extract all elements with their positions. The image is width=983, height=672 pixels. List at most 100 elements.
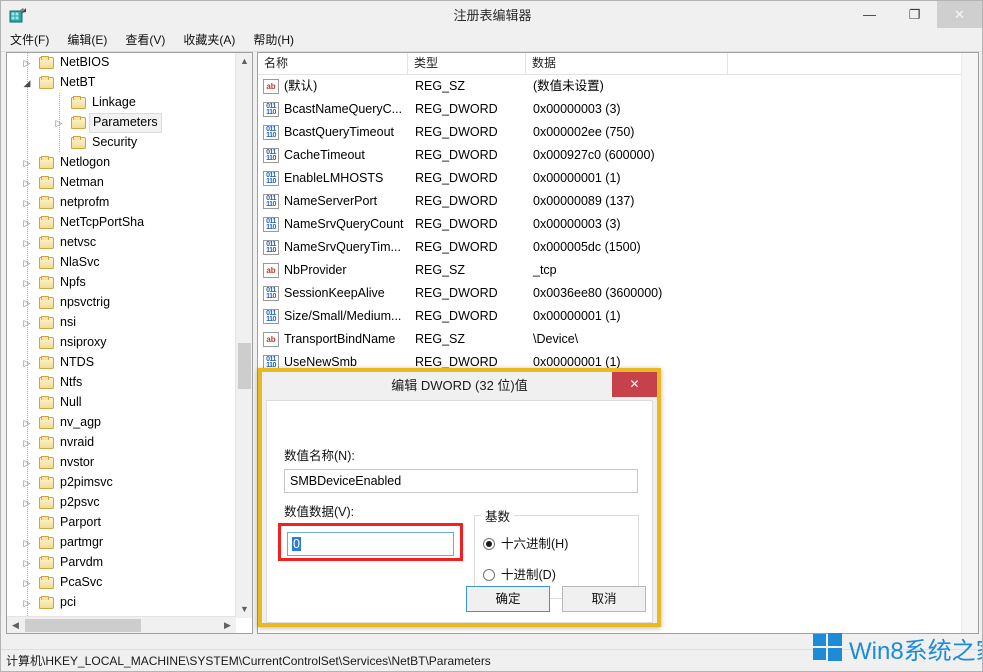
dialog-close-button[interactable]: ✕ <box>612 372 657 397</box>
table-row[interactable]: 011 110 CacheTimeout REG_DWORD 0x000927c0 (6… <box>258 144 978 167</box>
tree-item-netvsc[interactable]: ▷ netvsc <box>7 233 236 253</box>
chevron-right-icon[interactable]: ▷ <box>21 53 33 73</box>
menu-help[interactable]: 帮助(H) <box>244 30 303 51</box>
chevron-right-icon[interactable]: ▷ <box>21 313 33 333</box>
chevron-right-icon[interactable]: ▷ <box>21 413 33 433</box>
string-value-icon: ab <box>263 263 279 278</box>
maximize-button[interactable]: ❐ <box>892 1 937 28</box>
tree-item-pci[interactable]: ▷ pci <box>7 593 236 613</box>
chevron-right-icon[interactable]: ▷ <box>21 153 33 173</box>
chevron-right-icon[interactable]: ▷ <box>21 453 33 473</box>
list-vertical-scrollbar[interactable] <box>961 53 978 633</box>
table-row[interactable]: 011 110 NameSrvQueryTim... REG_DWORD 0x00000… <box>258 236 978 259</box>
tree-item-p2pimsvc[interactable]: ▷ p2pimsvc <box>7 473 236 493</box>
chevron-down-icon[interactable]: ▼ <box>236 601 252 618</box>
tree-item-netbt[interactable]: ◢ NetBT <box>7 73 236 93</box>
column-data[interactable]: 数据 <box>526 53 728 74</box>
column-name[interactable]: 名称 <box>258 53 408 74</box>
chevron-right-icon[interactable]: ▷ <box>21 353 33 373</box>
chevron-right-icon[interactable]: ▷ <box>21 433 33 453</box>
chevron-right-icon[interactable]: ▷ <box>21 253 33 273</box>
tree-item-linkage[interactable]: Linkage <box>7 93 236 113</box>
chevron-right-icon[interactable]: ▷ <box>21 173 33 193</box>
tree-item-nsiproxy[interactable]: nsiproxy <box>7 333 236 353</box>
tree-hscroll-thumb[interactable] <box>25 619 141 632</box>
folder-icon <box>39 153 55 173</box>
value-data-field[interactable]: 0 <box>287 532 454 556</box>
chevron-down-icon[interactable]: ◢ <box>21 73 33 93</box>
chevron-right-icon[interactable]: ▷ <box>21 473 33 493</box>
tree-item-nv-agp[interactable]: ▷ nv_agp <box>7 413 236 433</box>
menu-view[interactable]: 查看(V) <box>116 30 174 51</box>
table-row[interactable]: 011 110 NameSrvQueryCount REG_DWORD 0x000000… <box>258 213 978 236</box>
tree-item-netbios[interactable]: ▷ NetBIOS <box>7 53 236 73</box>
tree-item-nvraid[interactable]: ▷ nvraid <box>7 433 236 453</box>
table-row[interactable]: 011 110 BcastNameQueryC... REG_DWORD 0x00000… <box>258 98 978 121</box>
close-button[interactable]: ✕ <box>937 1 982 28</box>
table-row[interactable]: 011 110 BcastQueryTimeout REG_DWORD 0x000002… <box>258 121 978 144</box>
tree-item-npfs[interactable]: ▷ Npfs <box>7 273 236 293</box>
chevron-right-icon[interactable]: ▷ <box>21 493 33 513</box>
radio-decimal[interactable]: 十进制(D) <box>483 565 556 585</box>
tree-item-netlogon[interactable]: ▷ Netlogon <box>7 153 236 173</box>
tree-item-nsi[interactable]: ▷ nsi <box>7 313 236 333</box>
chevron-right-icon[interactable]: ▶ <box>219 617 236 633</box>
radio-hexadecimal[interactable]: 十六进制(H) <box>483 534 568 554</box>
cell-name: NameServerPort <box>284 194 378 208</box>
tree-item-p2psvc[interactable]: ▷ p2psvc <box>7 493 236 513</box>
cell-data: 0x00000001 (1) <box>533 309 621 323</box>
tree-item-netman[interactable]: ▷ Netman <box>7 173 236 193</box>
tree-item-parport[interactable]: Parport <box>7 513 236 533</box>
table-row[interactable]: 011 110 NameServerPort REG_DWORD 0x00000089 … <box>258 190 978 213</box>
table-row[interactable]: 011 110 EnableLMHOSTS REG_DWORD 0x00000001 (… <box>258 167 978 190</box>
cancel-button[interactable]: 取消 <box>562 586 646 612</box>
list-column-headers: 名称 类型 数据 <box>258 53 978 75</box>
tree-vertical-scrollbar[interactable]: ▲ ▼ <box>235 53 252 618</box>
tree-item-netprofm[interactable]: ▷ netprofm <box>7 193 236 213</box>
chevron-right-icon[interactable]: ▷ <box>21 273 33 293</box>
menu-edit[interactable]: 编辑(E) <box>58 30 116 51</box>
tree-item-null[interactable]: Null <box>7 393 236 413</box>
tree-vscroll-thumb[interactable] <box>238 343 251 389</box>
minimize-button[interactable]: — <box>847 1 892 28</box>
tree-item-nvstor[interactable]: ▷ nvstor <box>7 453 236 473</box>
tree-item-pcasvc[interactable]: ▷ PcaSvc <box>7 573 236 593</box>
menu-favorites[interactable]: 收藏夹(A) <box>174 30 244 51</box>
chevron-right-icon[interactable]: ▷ <box>21 593 33 613</box>
table-row[interactable]: ab NbProvider REG_SZ _tcp <box>258 259 978 282</box>
tree-item-ntds[interactable]: ▷ NTDS <box>7 353 236 373</box>
chevron-right-icon[interactable]: ▷ <box>21 193 33 213</box>
chevron-right-icon[interactable]: ▷ <box>21 573 33 593</box>
chevron-right-icon[interactable]: ▷ <box>21 533 33 553</box>
tree-item-ntfs[interactable]: Ntfs <box>7 373 236 393</box>
tree-item-parameters[interactable]: ▷ Parameters <box>7 113 236 133</box>
menu-file[interactable]: 文件(F) <box>1 30 58 51</box>
chevron-left-icon[interactable]: ◀ <box>7 617 24 633</box>
tree-item-npsvctrig[interactable]: ▷ npsvctrig <box>7 293 236 313</box>
chevron-right-icon[interactable]: ▷ <box>21 213 33 233</box>
tree-item-nlasvc[interactable]: ▷ NlaSvc <box>7 253 236 273</box>
chevron-right-icon[interactable]: ▷ <box>21 233 33 253</box>
chevron-right-icon[interactable]: ▷ <box>21 553 33 573</box>
column-blank[interactable] <box>728 53 978 74</box>
tree-item-parvdm[interactable]: ▷ Parvdm <box>7 553 236 573</box>
value-name-field[interactable]: SMBDeviceEnabled <box>284 469 638 493</box>
ok-button[interactable]: 确定 <box>466 586 550 612</box>
tree-horizontal-scrollbar[interactable]: ◀ ▶ <box>7 616 236 633</box>
chevron-up-icon[interactable]: ▲ <box>236 53 252 70</box>
tree-item-nettcpportsha[interactable]: ▷ NetTcpPortSha <box>7 213 236 233</box>
table-row[interactable]: ab TransportBindName REG_SZ \Device\ <box>258 328 978 351</box>
table-row[interactable]: ab (默认) REG_SZ (数值未设置) <box>258 75 978 98</box>
dword-value-icon: 011110 <box>263 125 279 140</box>
tree-item-partmgr[interactable]: ▷ partmgr <box>7 533 236 553</box>
chevron-right-icon[interactable]: ▷ <box>53 113 65 133</box>
registry-values-list[interactable]: ab (默认) REG_SZ (数值未设置) 011 110 BcastNameQueryC… <box>258 75 978 397</box>
chevron-right-icon[interactable]: ▷ <box>21 293 33 313</box>
tree-item-security[interactable]: Security <box>7 133 236 153</box>
registry-tree[interactable]: ▷ NetBIOS ◢ NetBT Linkage ▷ Parameters Security… <box>7 53 236 618</box>
table-row[interactable]: 011 110 Size/Small/Medium... REG_DWORD 0x000… <box>258 305 978 328</box>
tree-item-label: netprofm <box>60 195 110 209</box>
folder-icon <box>71 93 87 113</box>
table-row[interactable]: 011 110 SessionKeepAlive REG_DWORD 0x0036ee8… <box>258 282 978 305</box>
column-type[interactable]: 类型 <box>408 53 526 74</box>
